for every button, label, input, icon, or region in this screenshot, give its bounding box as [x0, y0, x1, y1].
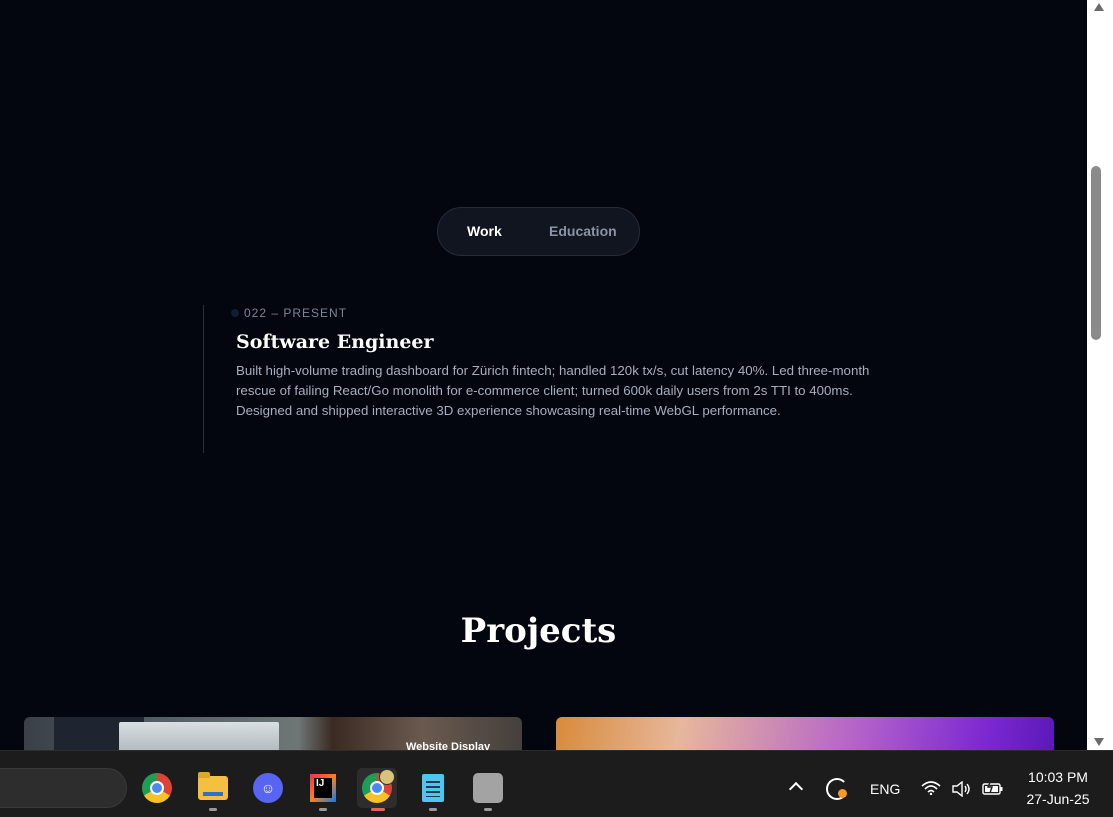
project-card-gradient[interactable]	[556, 717, 1054, 750]
project-thumbnail-screen	[119, 722, 279, 750]
projects-heading: Projects	[460, 611, 617, 651]
job-date: 022 – PRESENT	[244, 306, 348, 320]
experience-toggle: Work Education	[437, 207, 640, 256]
vertical-scrollbar[interactable]	[1087, 0, 1113, 750]
scroll-thumb[interactable]	[1091, 166, 1101, 340]
active-indicator	[371, 808, 385, 811]
timeline-line	[203, 305, 204, 453]
intellij-icon	[310, 774, 336, 802]
taskbar-discord[interactable]: ☺	[248, 768, 288, 808]
gray-app-icon	[473, 773, 503, 803]
windows-taskbar: ☺ ENG 10:03 PM 27-Jun-25	[0, 750, 1113, 817]
wifi-icon[interactable]	[921, 781, 941, 795]
taskbar-chrome[interactable]	[137, 768, 177, 808]
sync-status-dot	[838, 789, 847, 798]
timeline-dot	[231, 309, 239, 317]
scroll-down-arrow-icon[interactable]	[1094, 738, 1104, 746]
profile-badge-icon	[379, 769, 395, 785]
chevron-up-icon[interactable]	[788, 781, 804, 797]
taskbar-gray-app[interactable]	[468, 768, 508, 811]
tab-education[interactable]: Education	[549, 223, 617, 239]
scroll-up-arrow-icon[interactable]	[1094, 3, 1104, 11]
taskbar-search[interactable]	[0, 768, 127, 808]
clock-time[interactable]: 10:03 PM	[1018, 769, 1098, 785]
chrome-icon	[142, 773, 172, 803]
notepad-icon	[422, 774, 444, 802]
job-description: Built high-volume trading dashboard for …	[236, 363, 870, 418]
taskbar-chrome-profile[interactable]	[357, 768, 397, 811]
taskbar-notepad[interactable]	[413, 768, 453, 811]
running-indicator	[209, 808, 217, 811]
job-title: Software Engineer	[236, 331, 434, 353]
battery-charging-icon[interactable]	[982, 780, 1004, 796]
discord-icon: ☺	[253, 773, 283, 803]
volume-icon[interactable]	[951, 781, 971, 797]
clock-date[interactable]: 27-Jun-25	[1018, 791, 1098, 807]
taskbar-file-explorer[interactable]	[193, 768, 233, 811]
running-indicator	[429, 808, 437, 811]
tab-work[interactable]: Work	[467, 223, 502, 239]
project-card-label: Website Display	[406, 741, 491, 750]
running-indicator	[484, 808, 492, 811]
project-card-website-display[interactable]: Website Display	[24, 717, 522, 750]
language-indicator[interactable]: ENG	[870, 781, 900, 797]
running-indicator	[319, 808, 327, 811]
file-explorer-icon	[198, 772, 228, 800]
taskbar-intellij[interactable]	[303, 768, 343, 811]
portfolio-page: Work Education 022 – PRESENT Software En…	[0, 0, 1087, 750]
